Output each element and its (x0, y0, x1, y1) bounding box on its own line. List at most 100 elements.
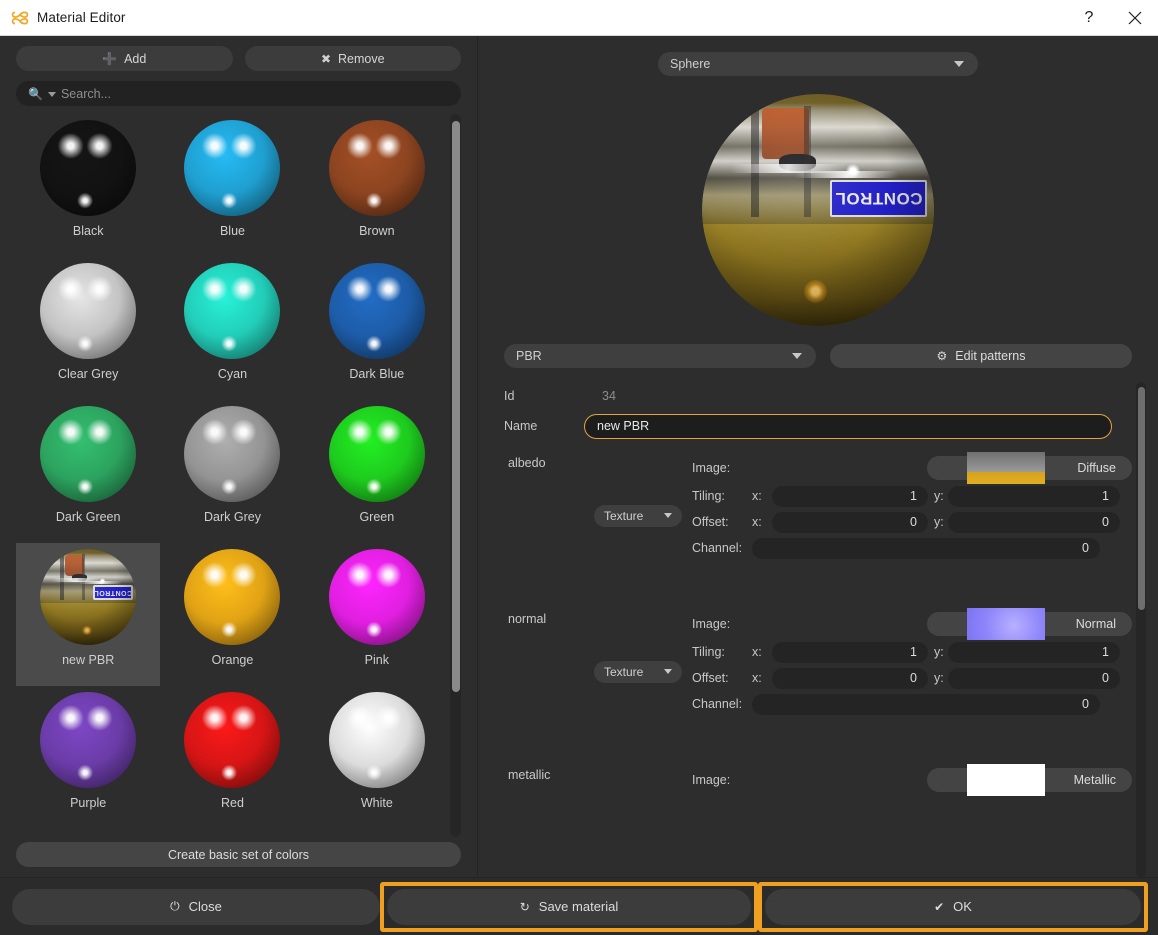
close-icon (1128, 11, 1142, 24)
normal-type-select[interactable]: Texture (594, 661, 682, 683)
albedo-type-select[interactable]: Texture (594, 505, 682, 527)
material-list-scrollbar[interactable] (450, 114, 461, 837)
material-properties-panel: Sphere CONTROL PBR ⚙ Edit patterns (478, 36, 1158, 877)
help-button[interactable]: ? (1066, 0, 1112, 36)
normal-offset-row: Offset: x: y: (692, 665, 1132, 691)
edit-patterns-label: Edit patterns (955, 349, 1026, 363)
material-preview-area[interactable]: CONTROL (478, 76, 1158, 344)
material-sphere (328, 549, 425, 645)
scrollbar-thumb[interactable] (1137, 386, 1145, 610)
albedo-channel-input[interactable] (752, 537, 1100, 559)
metallic-map-thumbnail (967, 764, 1045, 796)
name-input[interactable] (584, 413, 1112, 439)
save-material-button[interactable]: ↻ Save material (387, 888, 751, 925)
albedo-offset-y-input[interactable] (948, 511, 1120, 533)
metallic-block: metallic Image: Metallic (504, 764, 1132, 809)
material-sphere (184, 549, 281, 645)
refresh-icon: ↻ (519, 899, 530, 914)
window-title: Material Editor (37, 10, 126, 25)
edit-patterns-button[interactable]: ⚙ Edit patterns (830, 344, 1132, 368)
normal-channel-input[interactable] (752, 693, 1100, 715)
material-sphere (184, 406, 281, 502)
id-label: Id (504, 388, 515, 403)
material-item-dark-green[interactable]: Dark Green (16, 400, 160, 543)
material-item-purple[interactable]: Purple (16, 686, 160, 829)
material-item-cyan[interactable]: Cyan (160, 257, 304, 400)
metallic-image-label: Image: (692, 773, 731, 787)
metallic-rows: Image: Metallic (692, 764, 1132, 796)
axis-y-label: y: (934, 671, 944, 685)
normal-offset-x-input[interactable] (772, 667, 928, 689)
albedo-rows: Image: Diffuse Tiling: x: y: Offset: x: y: Chann… (692, 452, 1132, 561)
close-button[interactable]: ⏻ Close (12, 888, 380, 925)
albedo-tiling-label: Tiling: (692, 489, 725, 503)
scrollbar-thumb[interactable] (451, 121, 460, 693)
metallic-title: metallic (508, 768, 551, 782)
albedo-tiling-x-input[interactable] (772, 485, 928, 507)
create-basic-colors-button[interactable]: Create basic set of colors (16, 842, 461, 867)
material-sphere (328, 406, 425, 502)
axis-y-label: y: (934, 515, 944, 529)
close-window-button[interactable] (1112, 0, 1158, 36)
albedo-offset-x-input[interactable] (772, 511, 928, 533)
material-item-white[interactable]: White (305, 686, 449, 829)
material-item-orange[interactable]: Orange (160, 543, 304, 686)
albedo-tiling-y-input[interactable] (948, 485, 1120, 507)
material-item-new-pbr[interactable]: CONTROL new PBR (16, 543, 161, 686)
albedo-channel-row: Channel: (692, 535, 1132, 561)
material-item-dark-grey[interactable]: Dark Grey (160, 400, 304, 543)
chevron-down-icon[interactable] (47, 92, 56, 97)
axis-x-label: x: (752, 515, 762, 529)
normal-channel-label: Channel: (692, 697, 743, 711)
preview-shape-select[interactable]: Sphere (658, 52, 978, 76)
albedo-image-row: Image: Diffuse (692, 452, 1132, 484)
pbr-textured-sphere: CONTROL (40, 549, 137, 645)
material-sphere (40, 406, 137, 502)
material-item-brown[interactable]: Brown (305, 114, 449, 257)
normal-tiling-x-input[interactable] (772, 641, 928, 663)
material-sphere (184, 692, 281, 788)
shader-type-select[interactable]: PBR (504, 344, 816, 368)
metallic-image-row: Image: Metallic (692, 764, 1132, 796)
search-bar[interactable]: 🔍 Search... (16, 81, 461, 106)
add-material-button[interactable]: ➕ Add (16, 46, 233, 71)
material-item-dark-blue[interactable]: Dark Blue (305, 257, 449, 400)
albedo-block: albedoTextureImage:DiffuseTiling:x:y:Off… (504, 452, 1132, 599)
material-item-red[interactable]: Red (160, 686, 304, 829)
material-item-label: Brown (359, 224, 395, 238)
texture-map-blocks: albedoTextureImage:DiffuseTiling:x:y:Off… (504, 452, 1132, 755)
properties-scrollbar[interactable] (1136, 382, 1146, 877)
axis-y-label: y: (934, 645, 944, 659)
ok-button[interactable]: ✔ OK (765, 888, 1141, 925)
material-item-blue[interactable]: Blue (160, 114, 304, 257)
preview-sphere[interactable]: CONTROL (702, 94, 934, 326)
metallic-image-picker[interactable]: Metallic (927, 764, 1132, 796)
material-item-black[interactable]: Black (16, 114, 160, 257)
remove-button-label: Remove (338, 51, 385, 66)
remove-material-button[interactable]: ✖ Remove (244, 46, 461, 71)
normal-tiling-y-input[interactable] (948, 641, 1120, 663)
material-item-label: Dark Green (55, 510, 121, 524)
close-slot: ⏻ Close (12, 888, 380, 925)
normal-block: normalTextureImage:NormalTiling:x:y:Offs… (504, 608, 1132, 755)
normal-image-picker[interactable]: Normal (927, 608, 1132, 640)
albedo-image-picker[interactable]: Diffuse (927, 452, 1132, 484)
albedo-title: albedo (508, 456, 546, 470)
chevron-down-icon (664, 513, 672, 518)
ok-button-label: OK (953, 899, 972, 914)
material-item-label: Cyan (217, 367, 248, 381)
normal-offset-y-input[interactable] (948, 667, 1120, 689)
material-item-label: White (360, 796, 393, 810)
shader-type-value: PBR (516, 349, 542, 363)
material-item-label: Dark Blue (349, 367, 405, 381)
power-icon: ⏻ (170, 899, 180, 913)
material-item-pink[interactable]: Pink (305, 543, 449, 686)
material-item-clear-grey[interactable]: Clear Grey (16, 257, 160, 400)
normal-title: normal (508, 612, 547, 626)
material-grid[interactable]: Black Blue Brown Clear Grey Cyan Dark Blue Dar… (16, 114, 461, 837)
chevron-down-icon (954, 61, 964, 67)
material-item-label: Blue (219, 224, 245, 238)
normal-image-row: Image: Normal (692, 608, 1132, 640)
material-item-green[interactable]: Green (305, 400, 449, 543)
albedo-type-value: Texture (604, 509, 644, 523)
